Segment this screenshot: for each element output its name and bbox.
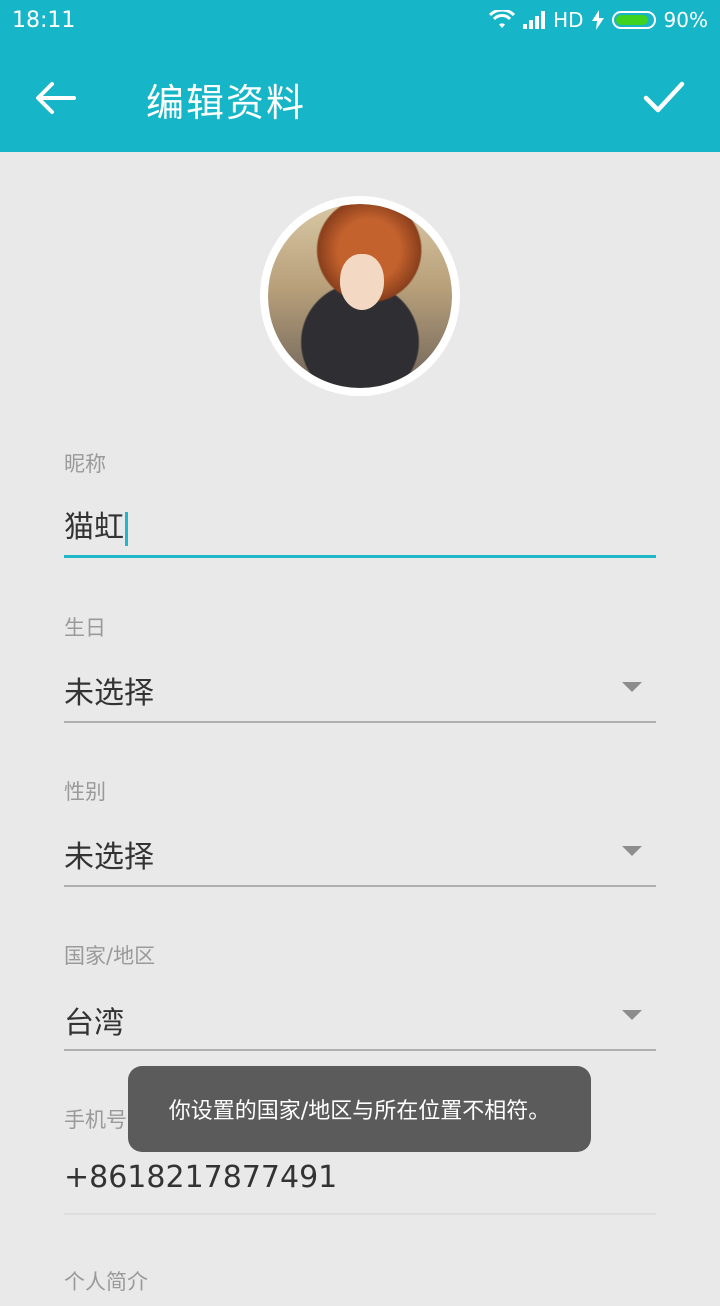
gender-label: 性别 — [64, 780, 106, 804]
chevron-down-icon[interactable] — [622, 682, 642, 692]
app-bar: 编辑资料 — [0, 42, 720, 152]
signal-icon — [523, 11, 546, 29]
charging-icon — [591, 10, 604, 30]
nickname-label: 昵称 — [64, 452, 106, 476]
toast-message: 你设置的国家/地区与所在位置不相符。 — [128, 1066, 591, 1152]
gender-underline — [64, 885, 656, 887]
country-field[interactable]: 国家/地区 台湾 — [64, 940, 656, 1052]
country-label: 国家/地区 — [64, 944, 156, 968]
birthday-value: 未选择 — [64, 676, 154, 711]
gender-value: 未选择 — [64, 840, 154, 875]
text-cursor — [125, 511, 128, 546]
battery-icon — [611, 11, 656, 29]
chevron-down-icon[interactable] — [622, 1010, 642, 1020]
network-type: HD — [553, 8, 584, 32]
page-title: 编辑资料 — [146, 81, 307, 125]
avatar-image — [268, 204, 452, 388]
country-underline — [64, 1049, 656, 1051]
chevron-down-icon[interactable] — [622, 846, 642, 856]
birthday-underline — [64, 721, 656, 723]
phone-value: +8618217877491 — [64, 1160, 338, 1195]
arrow-left-icon[interactable] — [30, 78, 80, 118]
nickname-underline — [64, 555, 656, 558]
nickname-value: 猫虹 — [64, 510, 124, 545]
bio-label: 个人简介 — [64, 1270, 148, 1294]
bio-field[interactable]: 个人简介 — [64, 1266, 656, 1306]
status-bar: 18:11 HD 90% — [0, 0, 720, 42]
country-value: 台湾 — [64, 1006, 124, 1041]
birthday-label: 生日 — [64, 616, 106, 640]
gender-field[interactable]: 性别 未选择 — [64, 776, 656, 888]
wifi-icon — [489, 10, 516, 28]
avatar-face — [340, 254, 384, 310]
status-icons: HD 90% — [489, 8, 708, 32]
status-time: 18:11 — [12, 8, 76, 33]
profile-avatar[interactable] — [260, 196, 460, 396]
phone-underline — [64, 1213, 656, 1215]
nickname-field[interactable]: 昵称 猫虹 — [64, 448, 656, 560]
checkmark-icon[interactable] — [642, 76, 686, 120]
battery-percent: 90% — [663, 8, 708, 32]
nickname-input[interactable]: 猫虹 — [64, 502, 128, 546]
birthday-field[interactable]: 生日 未选择 — [64, 612, 656, 724]
